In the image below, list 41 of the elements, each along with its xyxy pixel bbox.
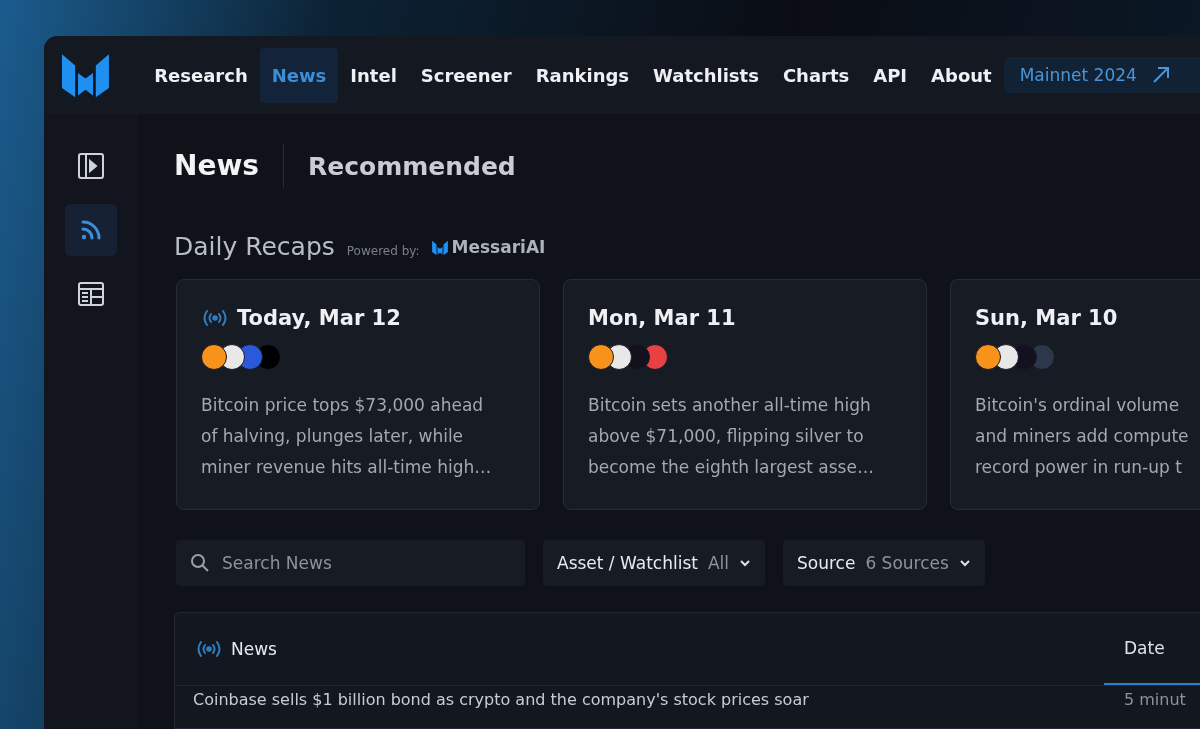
filter-dropdown[interactable]: Source 6 Sources [783,540,985,586]
mainnet-button[interactable]: Mainnet 2024 [1003,57,1200,93]
nav-link[interactable]: About [919,47,1004,103]
search-icon [190,553,210,573]
logo-icon [431,239,448,255]
recap-summary: Bitcoin price tops $73,000 ahead of halving, plunges later, while miner revenue hits all-time high… [201,394,493,479]
nav-link[interactable]: Charts [770,47,862,103]
recap-card[interactable]: Sun, Mar 10 Bitcoin's ordinal volume and miners add compute record power in run-up t [950,279,1200,510]
nav-link[interactable]: Screener [408,47,524,103]
recap-summary: Bitcoin's ordinal volume and miners add compute record power in run-up t [975,394,1190,479]
news-date: 5 minut [1124,690,1187,709]
calendar-icon[interactable] [78,282,104,306]
news-headline[interactable]: Coinbase sells $1 billion bond as crypto and the company's stock prices soar [193,690,809,709]
brand-name: MessariAI [451,237,546,258]
recap-summary: Bitcoin sets another all-time high above $71,000, flipping silver to become the eighth largest asse… [588,394,875,479]
nav-link[interactable]: Watchlists [641,47,771,103]
powered-by-label: Powered by: [346,244,420,258]
chevron-icon [958,559,971,567]
logo-icon [62,52,109,98]
sidebar-toggle-icon[interactable] [78,153,104,179]
nav-link[interactable]: Intel [338,47,409,103]
rss-icon[interactable] [80,219,102,241]
recap-date: Mon, Mar 11 [588,306,736,330]
table-title: News [231,639,277,659]
nav-link[interactable]: Rankings [523,47,642,103]
broadcast-icon [201,309,229,327]
broadcast-icon [195,640,223,658]
nav-link[interactable]: News [259,47,339,103]
chevron-icon [739,559,751,567]
recap-date: Today, Mar 12 [237,306,401,330]
nav-link[interactable]: Research [142,47,260,103]
date-column-header[interactable]: Date [1104,613,1200,685]
recommended-tab[interactable]: Recommended [283,151,516,181]
search-field[interactable]: Search News [176,540,525,586]
nav-link[interactable]: API [861,47,920,103]
page-title: News [174,144,284,188]
section-title: Daily Recaps [174,232,335,261]
recap-card[interactable]: Today, Mar 12 Bitcoin price tops $73,000 ahead of halving, plunges later, while miner revenue hits all-time high… [176,279,540,510]
recap-card[interactable]: Mon, Mar 11 Bitcoin sets another all-time high above $71,000, flipping silver to become the eighth largest asse… [563,279,927,510]
filter-dropdown[interactable]: Asset / Watchlist All [543,540,765,586]
recap-date: Sun, Mar 10 [975,306,1118,330]
